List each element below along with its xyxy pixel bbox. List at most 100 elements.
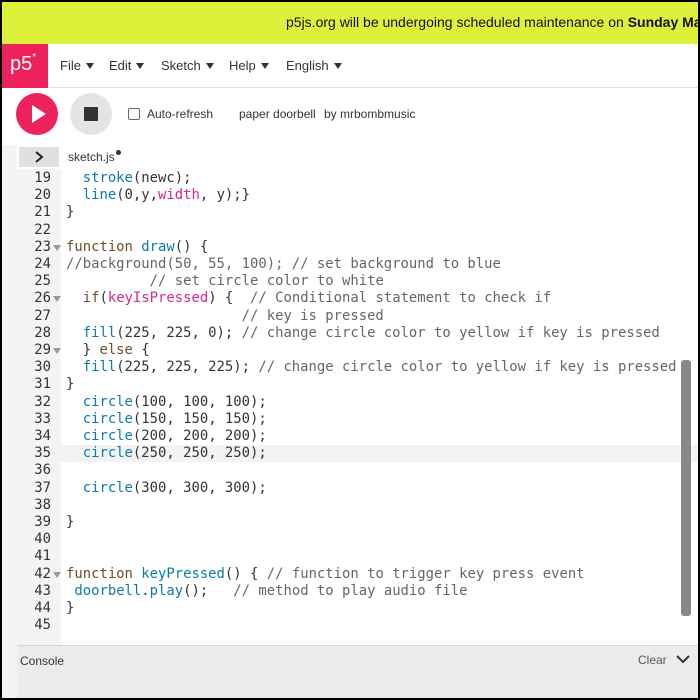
code-line[interactable]: 30 fill(225, 225, 225); // change circle… bbox=[17, 359, 700, 376]
chevron-right-icon bbox=[35, 151, 44, 163]
code-line[interactable]: 41 bbox=[17, 548, 700, 565]
code-text: } bbox=[66, 204, 75, 221]
code-text: circle(200, 200, 200); bbox=[82, 428, 267, 444]
code-line[interactable]: 22 bbox=[17, 222, 700, 239]
code-line[interactable]: 21} bbox=[17, 204, 700, 221]
stop-button[interactable] bbox=[70, 93, 112, 135]
code-line[interactable]: 34 circle(200, 200, 200); bbox=[17, 428, 700, 445]
menu-file[interactable]: File bbox=[60, 58, 94, 73]
code-text: circle(150, 150, 150); bbox=[82, 410, 267, 427]
code-text: circle(100, 100, 100); bbox=[82, 393, 267, 410]
code-editor[interactable]: 19 stroke(newc); 20 line(0,y,width, y);} 2… bbox=[17, 169, 700, 645]
code-text: function keyPressed() { // function to t… bbox=[66, 565, 585, 582]
line-number: 26 bbox=[34, 290, 51, 307]
code-text: // set circle color to white bbox=[149, 273, 384, 290]
menu-language-label: English bbox=[286, 58, 329, 73]
code-text: circle(250, 250, 250); bbox=[82, 445, 267, 462]
line-number: 25 bbox=[34, 273, 51, 290]
fold-arrow-icon[interactable] bbox=[53, 244, 61, 251]
menu-help-label: Help bbox=[229, 58, 256, 73]
code-line[interactable]: 26 if(keyIsPressed) { // Conditional sta… bbox=[17, 290, 700, 307]
code-line[interactable]: 24 //background(50, 55, 100); // set back… bbox=[17, 256, 700, 273]
line-number: 38 bbox=[34, 496, 51, 513]
console-panel: Console Clear bbox=[17, 645, 700, 700]
code-line[interactable]: 27 // key is pressed bbox=[17, 308, 700, 325]
caret-down-icon bbox=[333, 62, 342, 69]
auto-refresh-toggle[interactable]: Auto-refresh bbox=[128, 107, 213, 121]
line-number: 24 bbox=[34, 256, 51, 272]
code-line[interactable]: 31} bbox=[17, 376, 700, 393]
fold-arrow-icon[interactable] bbox=[53, 571, 61, 578]
code-line[interactable]: 32 circle(100, 100, 100); bbox=[17, 394, 700, 411]
p5-logo[interactable]: p5* bbox=[0, 44, 48, 88]
caret-down-icon bbox=[205, 62, 214, 69]
line-number: 39 bbox=[34, 514, 51, 530]
code-text: //background(50, 55, 100); // set backgr… bbox=[66, 256, 501, 272]
unsaved-indicator bbox=[116, 150, 121, 155]
fold-arrow-icon[interactable] bbox=[53, 296, 61, 303]
menu-edit[interactable]: Edit bbox=[109, 58, 145, 73]
menu-file-label: File bbox=[60, 58, 81, 73]
line-number: 33 bbox=[34, 410, 51, 427]
chevron-down-icon[interactable] bbox=[676, 654, 690, 664]
console-clear-button[interactable]: Clear bbox=[638, 653, 667, 667]
code-line[interactable]: 19 stroke(newc); bbox=[17, 170, 700, 187]
code-line[interactable]: 37 circle(300, 300, 300); bbox=[17, 480, 700, 497]
play-button[interactable] bbox=[16, 93, 58, 135]
code-text: stroke(newc); bbox=[82, 170, 192, 186]
line-number: 40 bbox=[34, 531, 51, 548]
line-number: 19 bbox=[34, 170, 51, 186]
line-number: 36 bbox=[34, 462, 51, 479]
code-line[interactable]: 20 line(0,y,width, y);} bbox=[17, 187, 700, 204]
code-line[interactable]: 43 doorbell.play(); // method to play au… bbox=[17, 583, 700, 600]
code-line[interactable]: 45 bbox=[17, 617, 700, 634]
logo-asterisk: * bbox=[32, 52, 37, 64]
code-line[interactable]: 36 bbox=[17, 462, 700, 479]
menu-sketch[interactable]: Sketch bbox=[161, 58, 214, 73]
auto-refresh-checkbox[interactable] bbox=[128, 108, 140, 120]
play-icon bbox=[32, 105, 46, 123]
menu-language[interactable]: English bbox=[286, 58, 342, 73]
code-line[interactable]: 25 // set circle color to white bbox=[17, 273, 700, 290]
code-line[interactable]: 44} bbox=[17, 600, 700, 617]
line-number: 32 bbox=[34, 393, 51, 410]
line-number: 29 bbox=[34, 342, 51, 358]
code-line[interactable]: 28 fill(225, 225, 0); // change circle c… bbox=[17, 325, 700, 342]
code-line[interactable]: 33 circle(150, 150, 150); bbox=[17, 411, 700, 428]
code-text: circle(300, 300, 300); bbox=[82, 479, 267, 496]
line-number: 31 bbox=[34, 376, 51, 393]
code-text: function draw() { bbox=[66, 238, 209, 255]
line-number: 44 bbox=[34, 600, 51, 616]
code-line[interactable]: 35 circle(250, 250, 250); bbox=[17, 445, 700, 463]
sidebar-toggle-button[interactable] bbox=[19, 147, 59, 167]
line-number: 41 bbox=[34, 548, 51, 565]
line-number: 28 bbox=[34, 324, 51, 341]
code-line[interactable]: 40 bbox=[17, 531, 700, 548]
code-line[interactable]: 23 function draw() { bbox=[17, 239, 700, 256]
line-number: 22 bbox=[34, 221, 51, 238]
logo-text: p5 bbox=[10, 53, 33, 75]
project-name[interactable]: paper doorbell bbox=[239, 107, 316, 121]
project-author[interactable]: by mrbombmusic bbox=[324, 107, 415, 121]
caret-down-icon bbox=[260, 62, 269, 69]
top-nav: p5* File Edit Sketch Help English bbox=[0, 44, 700, 88]
code-text: if(keyIsPressed) { // Conditional statem… bbox=[82, 290, 552, 307]
code-line[interactable]: 42 function keyPressed() { // function to… bbox=[17, 566, 700, 583]
code-line[interactable]: 29 } else { bbox=[17, 342, 700, 359]
banner-message: p5js.org will be undergoing scheduled ma… bbox=[286, 14, 628, 30]
line-number: 42 bbox=[34, 565, 51, 582]
line-number: 45 bbox=[34, 617, 51, 634]
menu-edit-label: Edit bbox=[109, 58, 132, 73]
tab-sketch-js[interactable]: sketch.js bbox=[68, 150, 115, 164]
code-line[interactable]: 39} bbox=[17, 514, 700, 531]
editor-scrollbar[interactable] bbox=[681, 360, 691, 616]
code-line[interactable]: 38 bbox=[17, 497, 700, 514]
code-text: } bbox=[66, 514, 75, 530]
editor-tabbar bbox=[17, 145, 700, 169]
line-number: 37 bbox=[34, 479, 51, 496]
code-text: } else { bbox=[66, 342, 150, 358]
console-header: Console Clear bbox=[17, 645, 700, 672]
fold-arrow-icon[interactable] bbox=[53, 348, 61, 354]
code-text: line(0,y,width, y);} bbox=[82, 187, 251, 204]
menu-help[interactable]: Help bbox=[229, 58, 269, 73]
